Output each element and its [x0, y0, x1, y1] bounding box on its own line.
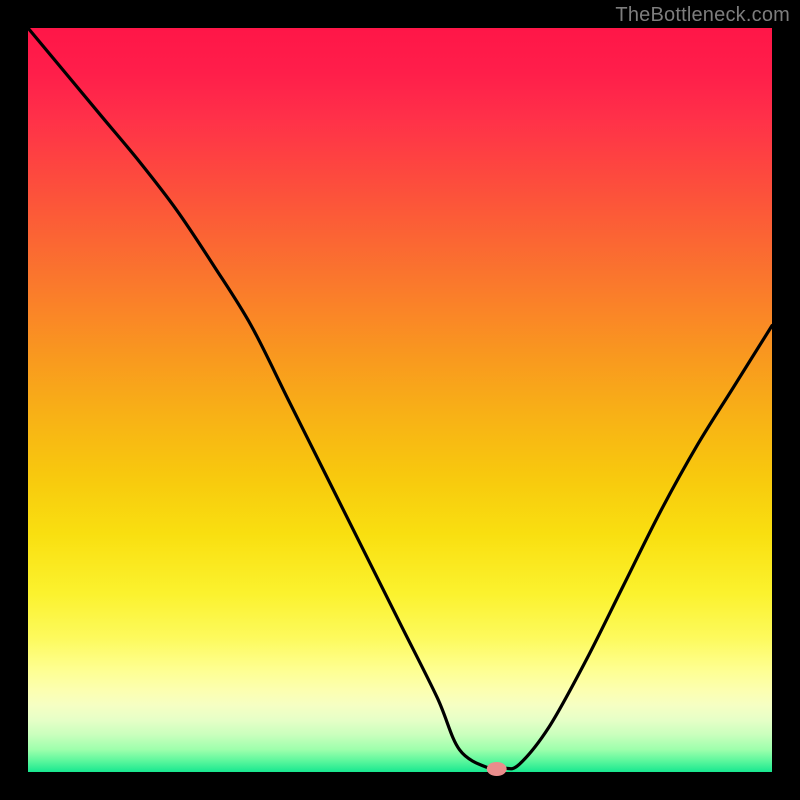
plot-area	[28, 28, 772, 772]
attribution-text: TheBottleneck.com	[615, 4, 790, 27]
optimum-marker	[487, 762, 507, 776]
bottleneck-curve	[28, 28, 772, 770]
chart-svg	[28, 28, 772, 772]
chart-frame: TheBottleneck.com	[0, 0, 800, 800]
